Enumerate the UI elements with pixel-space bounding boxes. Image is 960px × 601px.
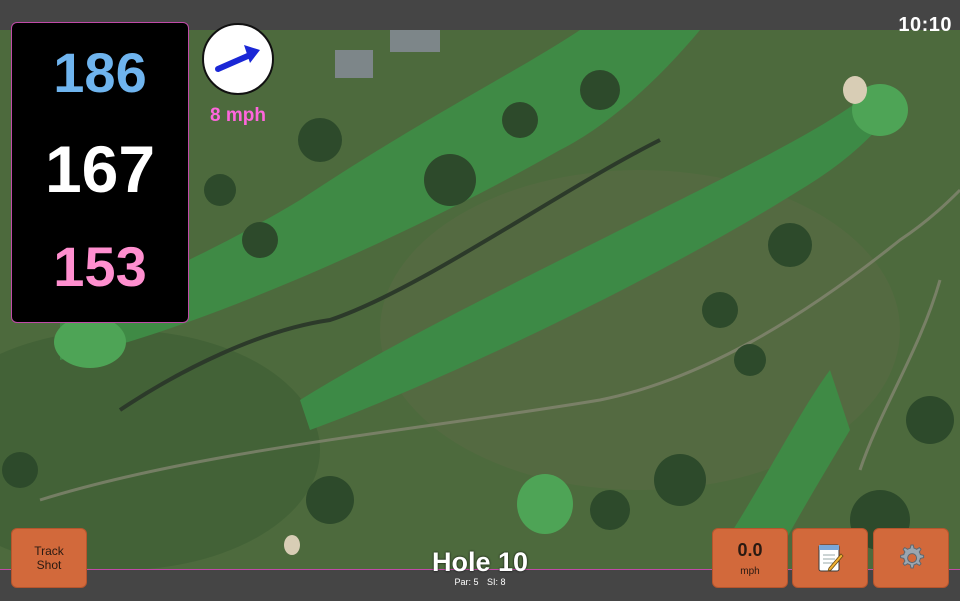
center-yardage: 167 [44,132,156,206]
gear-icon [900,544,925,569]
speed-button[interactable]: 0.0 mph [712,528,788,588]
front-yardage: 153 [53,235,147,298]
track-shot-button[interactable]: Track Shot [11,528,87,588]
wind-direction-indicator [202,23,274,95]
track-shot-label: Track Shot [34,544,64,572]
arrow-northeast-icon [215,45,260,72]
hole-title: Hole 10 [431,547,529,577]
speed-unit: mph [740,565,760,577]
hole-stroke-index: SI: 8 [487,577,506,587]
speed-value: 0.0 [737,539,763,560]
yardage-panel: 186 167 153 [11,22,189,323]
notepad-pencil-icon [818,544,844,572]
back-yardage: 186 [53,41,147,104]
settings-button[interactable] [873,528,949,588]
clock: 10:10 [898,14,952,36]
scorecard-notes-button[interactable] [792,528,868,588]
hole-par: Par: 5 [454,577,479,587]
hole-info: Par: 5 SI: 8 [380,577,580,587]
wind-speed: 8 mph [210,105,266,126]
